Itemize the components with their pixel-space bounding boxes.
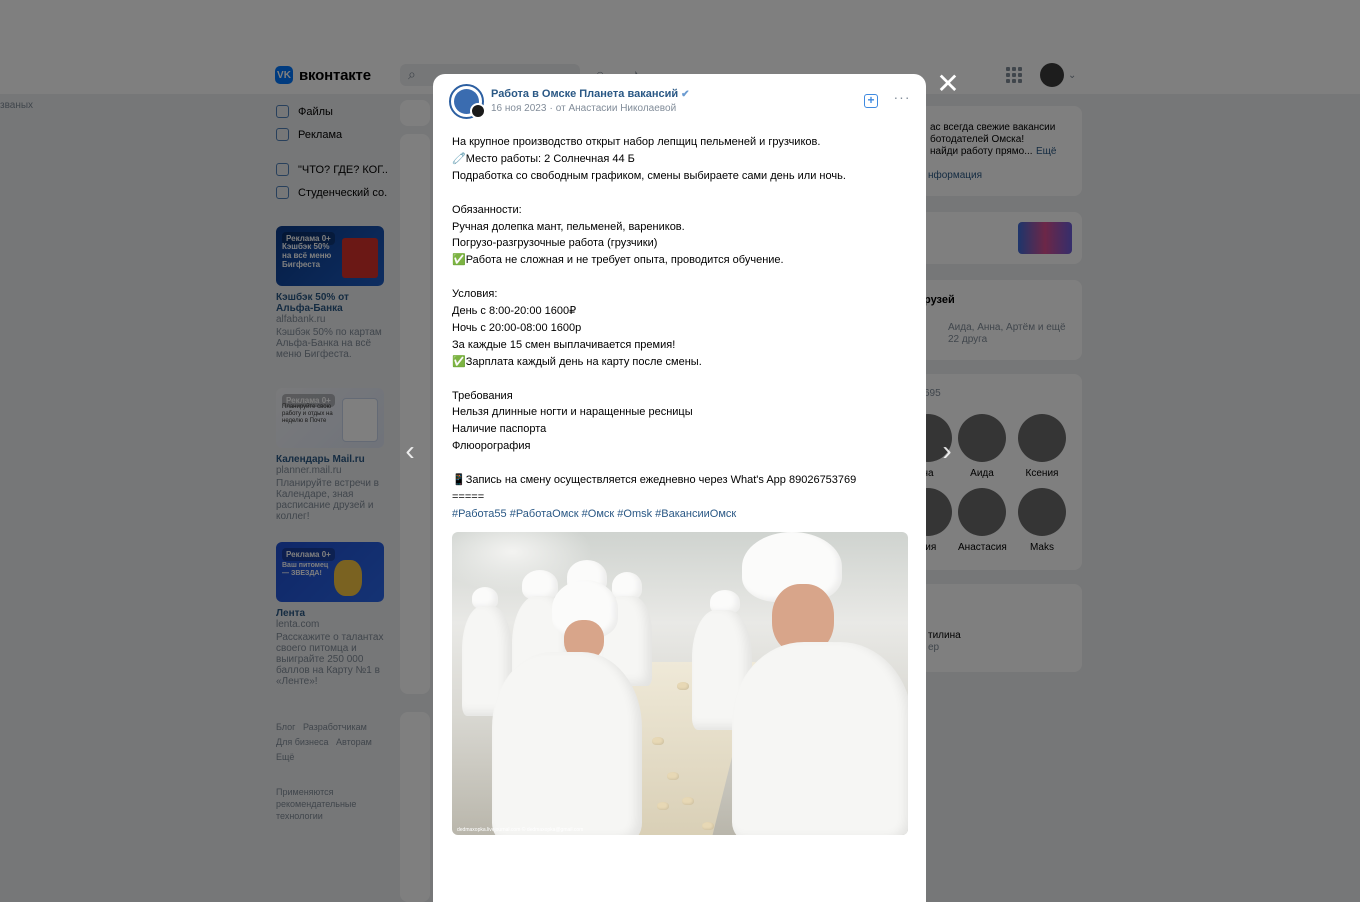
post-line: Требования (452, 389, 513, 402)
post-line: День с 8:00-20:00 1600₽ (452, 305, 577, 318)
prev-post-arrow-icon[interactable]: ‹ (395, 436, 425, 466)
post-line (452, 371, 912, 388)
post-line: ===== (452, 490, 485, 503)
photo-caption: dedmaxopka.livejournal.com © dedmaxopka@… (457, 827, 584, 833)
post-line (452, 269, 912, 286)
post-line: Ночь с 20:00-08:00 1600р (452, 321, 582, 334)
post-line (452, 185, 912, 202)
hashtag-link[interactable]: #ВакансииОмск (655, 508, 736, 520)
hashtags: #Работа55 #РаботаОмск #Омск #Omsk #Вакан… (452, 506, 912, 523)
add-icon[interactable]: + (864, 94, 878, 108)
post-modal: Работа в Омске Планета вакансий ✔ 16 ноя … (433, 74, 926, 902)
post-author: от Анастасии Николаевой (555, 103, 677, 114)
checkmark-icon: ✔ (681, 89, 690, 100)
hashtag-link[interactable]: #РаботаОмск (510, 508, 579, 520)
post-line: Погрузо-разгрузочные работа (грузчики) (452, 237, 658, 250)
post-line: 🧷Место работы: 2 Солнечная 44 Б (452, 152, 635, 165)
post-header: Работа в Омске Планета вакансий ✔ 16 ноя … (449, 84, 910, 120)
post-line: ✅Зарплата каждый день на карту после сме… (452, 355, 702, 368)
post-date[interactable]: 16 ноя 2023 (491, 103, 546, 114)
post-line: Наличие паспорта (452, 423, 547, 436)
group-name-text: Работа в Омске Планета вакансий (491, 88, 679, 100)
more-icon[interactable]: ··· (893, 90, 911, 106)
hashtag-link[interactable]: #Омск (582, 508, 615, 520)
post-line: Флюорография (452, 440, 531, 453)
online-badge (470, 103, 486, 119)
post-line: Условия: (452, 288, 498, 301)
post-line: 📱Запись на смену осуществляется ежедневн… (452, 474, 857, 487)
post-line: ✅Работа не сложная и не требует опыта, п… (452, 254, 784, 267)
post-photo[interactable]: dedmaxopka.livejournal.com © dedmaxopka@… (452, 532, 908, 835)
group-name[interactable]: Работа в Омске Планета вакансий ✔ (491, 88, 690, 100)
post-line: На крупное производство открыт набор леп… (452, 136, 821, 148)
next-post-arrow-icon[interactable]: › (932, 436, 962, 466)
close-icon[interactable]: ✕ (934, 70, 962, 98)
post-line: Обязанности: (452, 203, 522, 216)
post-meta: 16 ноя 2023 · от Анастасии Николаевой (491, 103, 677, 114)
post-line (452, 455, 912, 472)
hashtag-link[interactable]: #Работа55 (452, 508, 507, 520)
hashtag-link[interactable]: #Omsk (617, 508, 652, 520)
post-line: За каждые 15 смен выплачивается премия! (452, 338, 676, 351)
post-line: Подработка со свободным графиком, смены … (452, 169, 846, 182)
post-line: Ручная долепка мант, пельменей, варенико… (452, 220, 685, 233)
post-line: Нельзя длинные ногти и наращенные ресниц… (452, 406, 693, 419)
post-text: На крупное производство открыт набор леп… (452, 134, 912, 523)
